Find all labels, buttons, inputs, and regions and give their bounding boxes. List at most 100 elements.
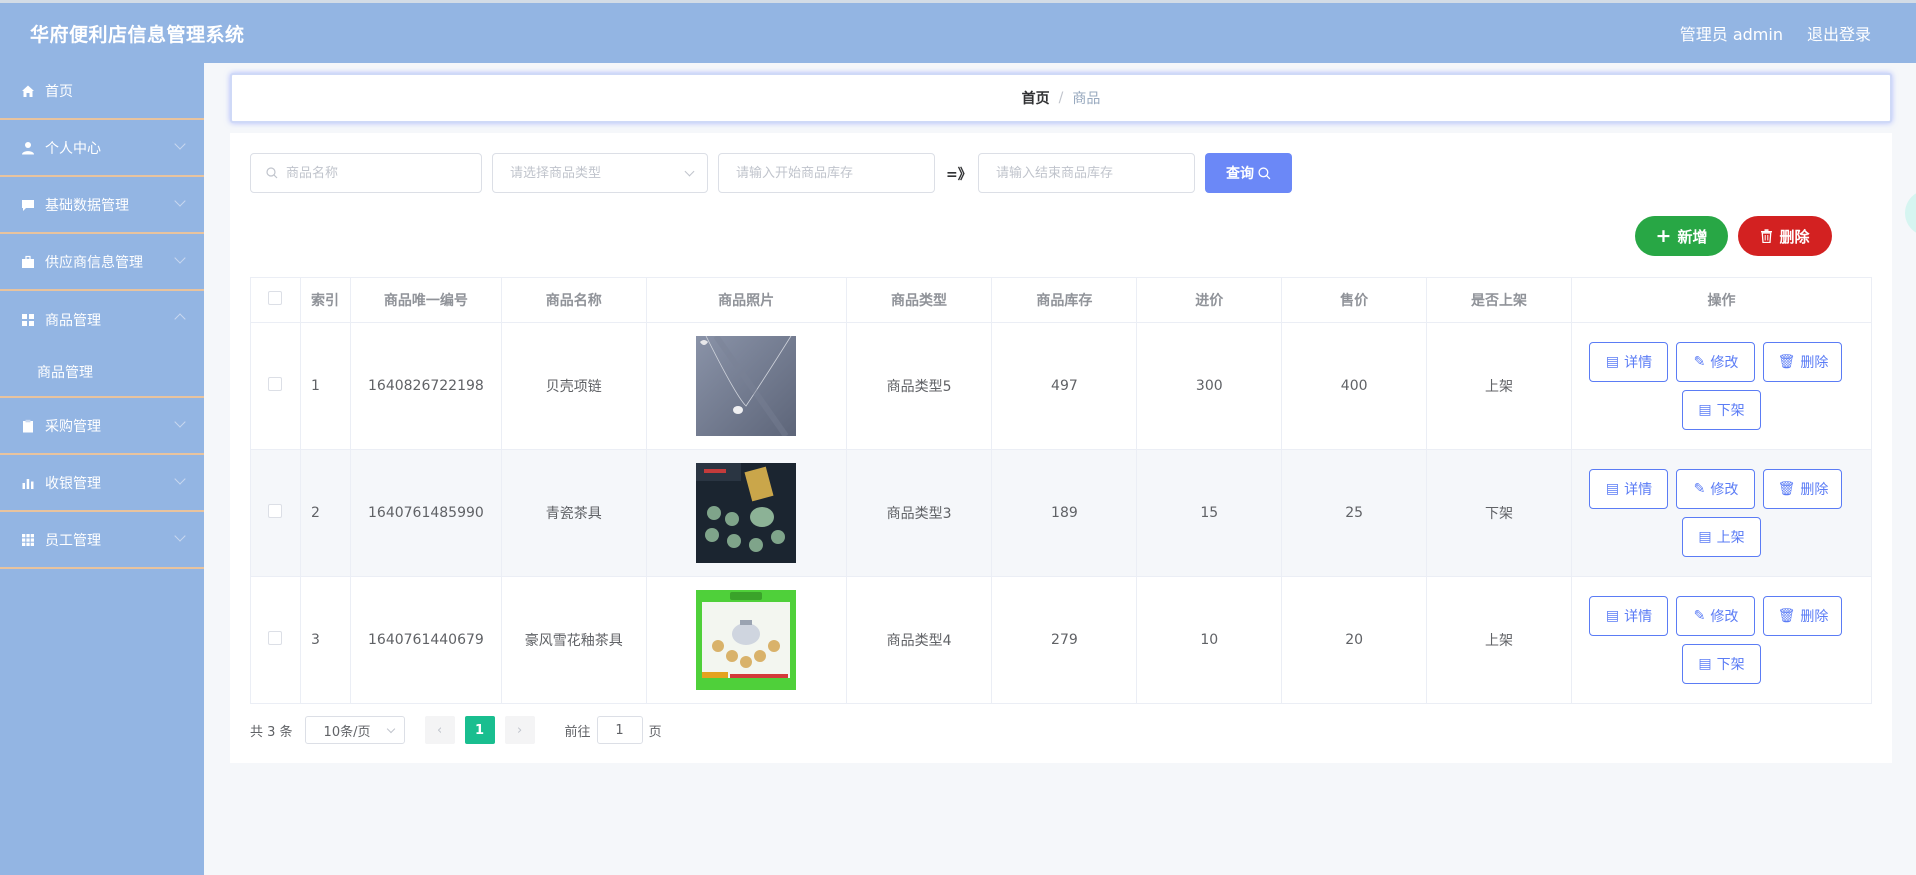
select-all-checkbox[interactable]	[268, 291, 283, 305]
sidebar-item-supplier[interactable]: 供应商信息管理	[0, 234, 204, 291]
row-checkbox[interactable]	[268, 377, 283, 391]
page-size-select[interactable]: 10条/页	[304, 716, 405, 744]
product-photo-tea-set	[696, 463, 797, 563]
chevron-down-icon	[174, 252, 186, 264]
main-content: =》 查询 + 新增 删除 索引 商品唯一编号 商品名称 商	[230, 133, 1892, 763]
delete-label: 删除	[1800, 609, 1829, 625]
row-select-cell[interactable]	[250, 449, 301, 577]
cell-code: 1640761485990	[349, 449, 502, 577]
admin-user-label[interactable]: 管理员 admin	[1680, 21, 1783, 45]
goto-page-input[interactable]: 1	[596, 716, 643, 744]
user-icon	[20, 140, 36, 156]
chevron-down-icon	[174, 530, 186, 542]
sidebar-item-personal[interactable]: 个人中心	[0, 120, 204, 177]
cell-cost: 10	[1136, 576, 1283, 704]
column-header: 操作	[1570, 277, 1873, 323]
trash-icon	[1760, 229, 1773, 243]
goto-suffix: 页	[648, 724, 662, 740]
stock-end-input[interactable]	[994, 164, 1194, 182]
column-header: 商品唯一编号	[349, 277, 502, 323]
cell-index: 1	[299, 322, 351, 450]
page-number-button[interactable]: 1	[464, 716, 495, 744]
sidebar-item-basic-data[interactable]: 基础数据管理	[0, 177, 204, 234]
sidebar-item-label: 基础数据管理	[45, 197, 129, 214]
cell-operations: ▤ 详情 ✎ 修改 🗑 删除 ▤ 下架	[1570, 576, 1873, 704]
chat-icon	[20, 197, 36, 213]
pagination: 共 3 条 10条/页 ‹ 1 › 前往 1 页	[250, 716, 662, 744]
detail-button[interactable]: ▤ 详情	[1589, 596, 1669, 636]
row-actions: ▤ 详情 ✎ 修改 🗑 删除 ▤ 下架	[1589, 596, 1853, 684]
trash-icon: 🗑	[1777, 481, 1796, 497]
logout-link[interactable]: 退出登录	[1807, 21, 1871, 45]
pencil-icon: ✎	[1693, 481, 1706, 497]
cell-stock: 279	[991, 576, 1138, 704]
sidebar-item-goods[interactable]: 商品管理	[0, 291, 204, 348]
edit-label: 修改	[1710, 609, 1739, 625]
sidebar-item-purchase[interactable]: 采购管理	[0, 398, 204, 455]
batch-delete-button[interactable]: 删除	[1738, 216, 1832, 256]
column-header: 商品名称	[500, 277, 647, 323]
row-select-cell[interactable]	[250, 322, 301, 450]
chevron-down-icon	[174, 473, 186, 485]
prev-page-button[interactable]: ‹	[424, 716, 455, 744]
sidebar-item-home[interactable]: 首页	[0, 63, 204, 120]
column-header: 售价	[1281, 277, 1428, 323]
cell-name: 青瓷茶具	[500, 449, 647, 577]
goods-type-select[interactable]	[492, 153, 708, 193]
sidebar-item-label: 个人中心	[45, 140, 101, 157]
delete-button[interactable]: 🗑 删除	[1763, 469, 1843, 509]
delete-label: 删除	[1800, 482, 1829, 498]
next-page-button[interactable]: ›	[504, 716, 535, 744]
sidebar-item-staff[interactable]: 员工管理	[0, 512, 204, 569]
breadcrumb-current: 商品	[1072, 91, 1101, 107]
add-button[interactable]: + 新增	[1635, 216, 1728, 256]
shelf-toggle-button[interactable]: ▤ 上架	[1681, 517, 1761, 557]
cell-index: 2	[299, 449, 351, 577]
detail-button[interactable]: ▤ 详情	[1589, 469, 1669, 509]
cell-photo	[645, 576, 847, 704]
table-row: 1 1640826722198 贝壳项链 商品类型5 497 300 400 上…	[250, 322, 1873, 450]
table-header-row: 索引 商品唯一编号 商品名称 商品照片 商品类型 商品库存 进价 售价 是否上架…	[250, 277, 1873, 323]
range-separator: =》	[946, 167, 972, 183]
pencil-icon: ✎	[1693, 608, 1706, 624]
cell-type: 商品类型5	[845, 322, 993, 450]
row-actions-second: ▤ 上架	[1589, 517, 1853, 557]
query-button[interactable]: 查询	[1205, 153, 1292, 193]
row-checkbox[interactable]	[268, 504, 283, 518]
stock-start-field[interactable]	[718, 153, 935, 193]
shelf-toggle-button[interactable]: ▤ 下架	[1681, 644, 1761, 684]
delete-button[interactable]: 🗑 删除	[1763, 342, 1843, 382]
sidebar-subitem-goods-management[interactable]: 商品管理	[0, 348, 204, 398]
edit-button[interactable]: ✎ 修改	[1676, 342, 1756, 382]
add-button-label: 新增	[1677, 227, 1708, 246]
row-select-cell[interactable]	[250, 576, 301, 704]
plus-icon: +	[1655, 224, 1672, 247]
shelf-toggle-label: 下架	[1716, 657, 1745, 673]
stock-end-field[interactable]	[978, 153, 1195, 193]
breadcrumb-separator: /	[1058, 90, 1064, 106]
delete-button[interactable]: 🗑 删除	[1763, 596, 1843, 636]
breadcrumb: 首页 / 商品	[230, 73, 1892, 123]
cell-cost: 300	[1136, 322, 1283, 450]
sidebar-item-cashier[interactable]: 收银管理	[0, 455, 204, 512]
edit-button[interactable]: ✎ 修改	[1676, 596, 1756, 636]
cell-photo	[645, 322, 847, 450]
column-header: 进价	[1136, 277, 1283, 323]
detail-button[interactable]: ▤ 详情	[1589, 342, 1669, 382]
column-header: 商品库存	[991, 277, 1138, 323]
select-all-cell[interactable]	[250, 277, 301, 323]
goods-type-input[interactable]	[508, 164, 707, 182]
document-icon: ▤	[1698, 402, 1712, 418]
pencil-icon: ✎	[1693, 354, 1706, 370]
breadcrumb-home[interactable]: 首页	[1022, 88, 1050, 108]
row-checkbox[interactable]	[268, 631, 283, 645]
goods-name-input[interactable]	[284, 164, 481, 182]
edit-button[interactable]: ✎ 修改	[1676, 469, 1756, 509]
document-icon: ▤	[1698, 529, 1712, 545]
chevron-up-icon	[174, 313, 186, 325]
goods-name-search[interactable]	[250, 153, 482, 193]
stock-start-input[interactable]	[734, 164, 934, 182]
trash-icon: 🗑	[1777, 354, 1796, 370]
shelf-toggle-button[interactable]: ▤ 下架	[1681, 390, 1761, 430]
clipboard-icon	[20, 418, 36, 434]
